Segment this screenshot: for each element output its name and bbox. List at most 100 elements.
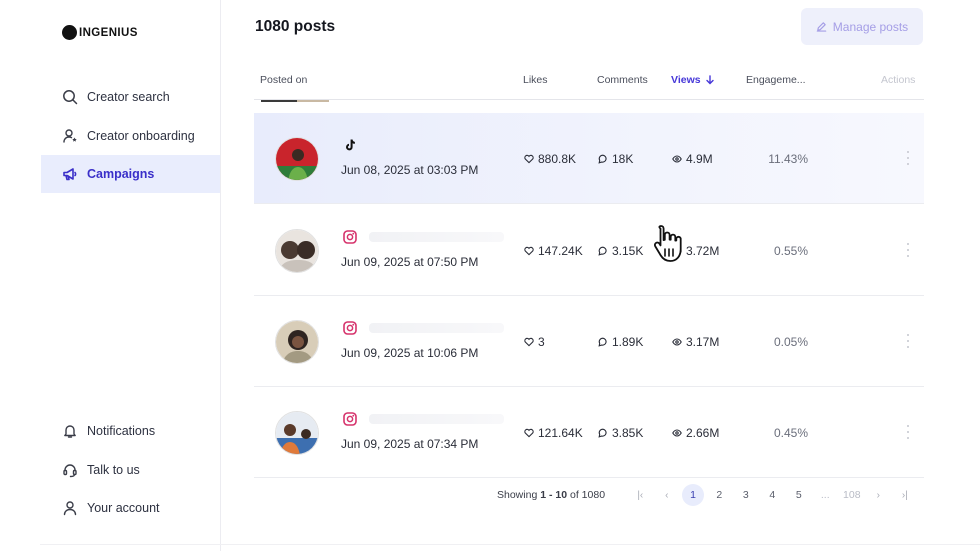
likes-value: 3: [538, 335, 545, 349]
column-actions: Actions: [881, 74, 916, 86]
showing-prefix: Showing: [497, 489, 538, 501]
sidebar-item-creator-onboarding[interactable]: Creator onboarding: [41, 117, 220, 155]
creator-avatar[interactable]: [275, 411, 319, 455]
page-ellipsis: ...: [820, 489, 830, 501]
search-icon: [63, 90, 78, 105]
views-value: 4.9M: [686, 152, 713, 166]
likes-cell: 880.8K: [524, 152, 576, 166]
caption-placeholder: [369, 323, 504, 333]
sidebar-item-notifications[interactable]: Notifications: [41, 412, 220, 450]
comment-icon: [598, 428, 607, 438]
heart-icon: [524, 246, 534, 256]
app-logo[interactable]: INGENIUS: [62, 25, 138, 40]
next-page-icon[interactable]: ›: [865, 490, 892, 501]
logo-mark-icon: [62, 25, 77, 40]
user-star-icon: [63, 129, 77, 143]
footer-divider: [40, 544, 980, 545]
sidebar-item-talk-to-us[interactable]: Talk to us: [41, 451, 220, 489]
eye-icon: [672, 247, 682, 255]
last-page-icon[interactable]: ›|: [892, 490, 919, 501]
comments-cell: 3.85K: [598, 426, 643, 440]
eye-icon: [672, 155, 682, 163]
manage-posts-button[interactable]: Manage posts: [801, 8, 923, 45]
sidebar-item-label: Talk to us: [87, 463, 140, 477]
comments-cell: 3.15K: [598, 244, 643, 258]
first-page-icon[interactable]: |‹: [627, 490, 654, 501]
sidebar-item-label: Creator search: [87, 90, 170, 104]
row-actions-menu-icon[interactable]: [906, 151, 910, 165]
tiktok-icon: [346, 139, 355, 151]
views-cell: 2.66M: [672, 426, 719, 440]
sidebar-item-your-account[interactable]: Your account: [41, 489, 220, 527]
prev-page-icon[interactable]: ‹: [654, 490, 681, 501]
table-row[interactable]: Jun 09, 2025 at 10:06 PM 3 1.89K 3.17M 0…: [254, 296, 924, 387]
creator-avatar[interactable]: [275, 229, 319, 273]
table-row[interactable]: Jun 09, 2025 at 07:34 PM 121.64K 3.85K 2…: [254, 387, 924, 478]
page-button-3[interactable]: 3: [733, 489, 760, 501]
table-header: Posted on Likes Comments Views Engageme.…: [254, 66, 924, 100]
page-title: 1080 posts: [255, 18, 336, 35]
eye-icon: [672, 338, 682, 346]
page-button-1[interactable]: 1: [682, 484, 705, 506]
column-likes[interactable]: Likes: [523, 74, 548, 86]
views-cell: 3.72M: [672, 244, 719, 258]
row-actions-menu-icon[interactable]: [906, 334, 910, 348]
posted-date: Jun 09, 2025 at 07:50 PM: [341, 255, 479, 269]
eye-icon: [672, 429, 682, 437]
sidebar: INGENIUS Creator search Creator onboardi…: [0, 0, 221, 551]
column-engagement[interactable]: Engageme...: [746, 74, 806, 86]
main-content: 1080 posts Manage posts Posted on Likes …: [40, 0, 980, 551]
showing-of: of: [569, 489, 579, 501]
showing-total: 1080: [581, 489, 606, 501]
page-button-2[interactable]: 2: [706, 489, 733, 501]
engagement-value: 11.43%: [768, 152, 808, 166]
column-views[interactable]: Views: [671, 74, 715, 86]
likes-value: 121.64K: [538, 426, 583, 440]
sidebar-item-label: Creator onboarding: [87, 129, 195, 143]
likes-value: 880.8K: [538, 152, 577, 166]
comments-value: 3.85K: [612, 426, 644, 440]
sort-down-arrow-icon: [705, 75, 714, 85]
instagram-icon: [343, 230, 357, 244]
creator-avatar[interactable]: [275, 137, 319, 181]
views-cell: 4.9M: [672, 152, 713, 166]
posted-date: Jun 08, 2025 at 03:03 PM: [341, 163, 479, 177]
manage-posts-label: Manage posts: [832, 19, 909, 34]
creator-avatar[interactable]: [275, 320, 319, 364]
column-comments[interactable]: Comments: [597, 74, 648, 86]
caption-placeholder: [369, 232, 504, 242]
comments-value: 3.15K: [612, 244, 644, 258]
sidebar-item-label: Your account: [87, 501, 160, 515]
sidebar-item-creator-search[interactable]: Creator search: [41, 78, 220, 116]
page-button-last[interactable]: 108: [839, 489, 866, 501]
views-value: 3.17M: [686, 335, 720, 349]
comment-icon: [598, 337, 607, 347]
sidebar-item-label: Notifications: [87, 424, 156, 438]
row-actions-menu-icon[interactable]: [906, 425, 910, 439]
likes-cell: 121.64K: [524, 426, 583, 440]
posted-date: Jun 09, 2025 at 10:06 PM: [341, 346, 479, 360]
views-value: 3.72M: [686, 244, 720, 258]
comment-icon: [598, 154, 607, 164]
column-posted-on[interactable]: Posted on: [260, 74, 307, 86]
page-button-4[interactable]: 4: [759, 489, 786, 501]
row-actions-menu-icon[interactable]: [906, 243, 910, 257]
comment-icon: [598, 246, 607, 256]
comments-value: 1.89K: [612, 335, 644, 349]
views-value: 2.66M: [686, 426, 720, 440]
scrolled-row-edge: [261, 100, 329, 102]
headset-icon: [63, 464, 77, 478]
page-button-5[interactable]: 5: [786, 489, 813, 501]
comments-value: 18K: [612, 152, 634, 166]
engagement-value: 0.05%: [773, 335, 808, 349]
likes-value: 147.24K: [538, 244, 583, 258]
bell-icon: [64, 425, 76, 438]
column-views-label: Views: [671, 74, 701, 86]
sidebar-item-label: Campaigns: [87, 167, 155, 181]
table-row[interactable]: Jun 08, 2025 at 03:03 PM 880.8K 18K 4.9M…: [254, 113, 924, 204]
pagination: Showing 1 - 10 of 1080 |‹ ‹ 1 2 3 4 5 ..…: [497, 484, 918, 506]
sidebar-item-campaigns[interactable]: Campaigns: [41, 155, 220, 193]
views-cell: 3.17M: [672, 335, 719, 349]
instagram-icon: [343, 321, 357, 335]
table-row[interactable]: Jun 09, 2025 at 07:50 PM 147.24K 3.15K 3…: [254, 205, 924, 296]
